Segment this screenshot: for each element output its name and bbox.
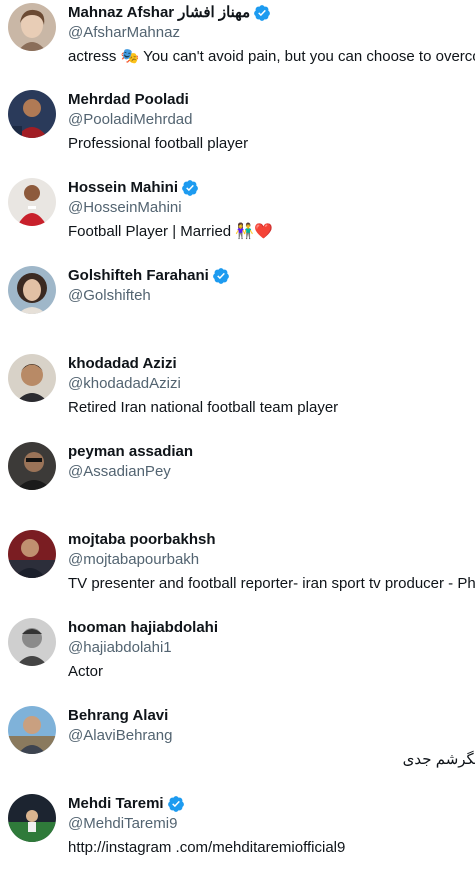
user-name[interactable]: hooman hajiabdolahi [68,618,218,638]
user-handle[interactable]: @PooladiMehrdad [68,110,192,130]
user-handle[interactable]: @AfsharMahnaz [68,23,180,43]
verified-badge-icon [167,796,184,812]
user-cell[interactable]: Mahnaz Afshar مهناز افشار @AfsharMahnaz … [0,0,475,87]
user-cell[interactable]: Hossein Mahini @HosseinMahini Football P… [0,175,475,263]
user-cell[interactable]: Mehrdad Pooladi @PooladiMehrdad Professi… [0,87,475,175]
user-cell[interactable]: mojtaba poorbakhsh @mojtabapourbakh TV p… [0,527,475,615]
user-cell[interactable]: peyman assadian @AssadianPey [0,439,475,527]
avatar-woman-curly-icon[interactable] [8,266,56,314]
user-bio: Retired Iran national football team play… [68,399,339,416]
user-handle[interactable]: @AlaviBehrang [68,726,172,746]
user-bio-link[interactable]: http://instagram .com/mehditaremiofficia… [68,838,345,858]
user-handle[interactable]: @hajiabdolahi1 [68,638,172,658]
user-name[interactable]: Mahnaz Afshar مهناز افشار [68,3,271,23]
user-cell[interactable]: hooman hajiabdolahi @hajiabdolahi1 Actor [0,615,475,703]
avatar-man-icon[interactable] [8,354,56,402]
user-bio: TV presenter and football reporter- iran… [68,575,475,592]
user-name[interactable]: Behrang Alavi [68,706,168,726]
user-name-text: mojtaba poorbakhsh [68,531,216,548]
avatar-man-outdoor-icon[interactable] [8,706,56,754]
user-cell[interactable]: Golshifteh Farahani @Golshifteh [0,263,475,351]
user-bio: Professional football player [68,135,249,152]
avatar-player-red-icon[interactable] [8,178,56,226]
avatar-man-gray-icon[interactable] [8,618,56,666]
user-name[interactable]: Golshifteh Farahani [68,266,230,286]
user-bio: نگرشم جدی [402,751,475,768]
user-name-text: Mehrdad Pooladi [68,91,189,108]
user-name-text: Behrang Alavi [68,707,169,724]
user-list: Mahnaz Afshar مهناز افشار @AfsharMahnaz … [0,0,475,879]
user-name-text: Hossein Mahini [68,179,179,196]
user-name-rtl: مهناز افشار [178,4,251,21]
user-name[interactable]: mojtaba poorbakhsh [68,530,216,550]
avatar-man-dark-icon[interactable] [8,442,56,490]
user-name-text: hooman hajiabdolahi [68,619,219,636]
user-bio: Actor [68,663,104,680]
user-cell[interactable]: Behrang Alavi @AlaviBehrang نگرشم جدی [0,703,475,791]
user-handle[interactable]: @AssadianPey [68,462,171,482]
avatar-stadium-icon[interactable] [8,794,56,842]
user-name-text: Mahnaz Afshar [68,4,175,21]
avatar-presenter-icon[interactable] [8,530,56,578]
user-name-text: khodadad Azizi [68,355,177,372]
user-name-text: peyman assadian [68,443,194,460]
user-name[interactable]: khodadad Azizi [68,354,177,374]
user-handle[interactable]: @khodadadAzizi [68,374,181,394]
user-handle[interactable]: @Golshifteh [68,286,151,306]
user-handle[interactable]: @MehdiTaremi9 [68,814,177,834]
user-cell[interactable]: Mehdi Taremi @MehdiTaremi9 http://instag… [0,791,475,879]
avatar-player-icon[interactable] [8,90,56,138]
user-bio: actress 🎭 You can't avoid pain, but you … [68,48,475,65]
user-name[interactable]: Hossein Mahini [68,178,199,198]
user-cell[interactable]: khodadad Azizi @khodadadAzizi Retired Ir… [0,351,475,439]
verified-badge-icon [212,268,229,284]
verified-badge-icon [182,180,198,196]
avatar-woman-icon[interactable] [8,3,56,51]
user-name[interactable]: Mehdi Taremi [68,794,185,814]
user-name-text: Mehdi Taremi [68,795,164,812]
user-handle[interactable]: @HosseinMahini [68,198,182,218]
user-name[interactable]: peyman assadian [68,442,193,462]
user-bio: Football Player | Married 👫❤️ [68,223,273,240]
user-name-text: Golshifteh Farahani [68,267,209,284]
user-handle[interactable]: @mojtabapourbakh [68,550,199,570]
user-name[interactable]: Mehrdad Pooladi [68,90,189,110]
verified-badge-icon [254,5,271,21]
